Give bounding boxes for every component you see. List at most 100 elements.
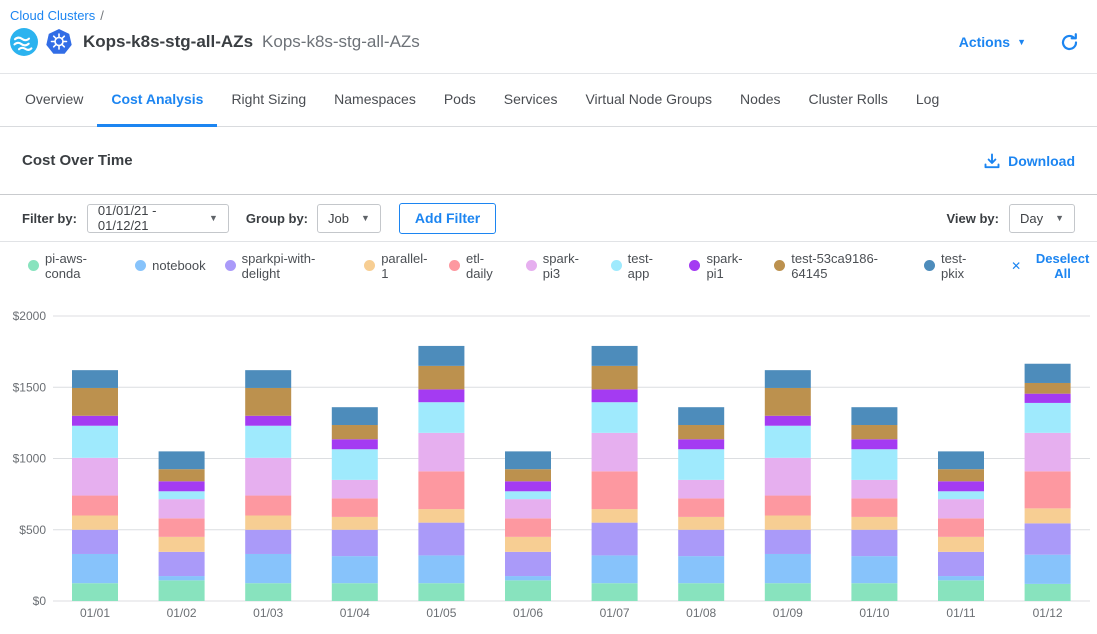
bar-segment-test-app-01/04[interactable] [332, 449, 378, 480]
legend-item-etl-daily[interactable]: etl-daily [449, 251, 507, 281]
bar-segment-test-app-01/05[interactable] [418, 402, 464, 433]
bar-segment-parallel-1-01/02[interactable] [159, 537, 205, 552]
bar-segment-test-53ca9186-64145-01/10[interactable] [851, 425, 897, 439]
bar-segment-notebook-01/12[interactable] [1025, 555, 1071, 584]
tab-right-sizing[interactable]: Right Sizing [217, 74, 320, 127]
bar-segment-etl-daily-01/12[interactable] [1025, 471, 1071, 508]
bar-segment-etl-daily-01/07[interactable] [592, 471, 638, 509]
bar-segment-etl-daily-01/04[interactable] [332, 498, 378, 517]
tab-overview[interactable]: Overview [11, 74, 97, 127]
tab-pods[interactable]: Pods [430, 74, 490, 127]
bar-segment-spark-pi3-01/08[interactable] [678, 480, 724, 499]
bar-segment-sparkpi-with-delight-01/09[interactable] [765, 530, 811, 554]
group-by-dropdown[interactable]: Job ▼ [317, 204, 381, 233]
bar-segment-parallel-1-01/11[interactable] [938, 537, 984, 552]
bar-segment-parallel-1-01/07[interactable] [592, 509, 638, 523]
bar-segment-test-pkix-01/09[interactable] [765, 370, 811, 388]
bar-segment-parallel-1-01/04[interactable] [332, 517, 378, 530]
bar-segment-pi-aws-conda-01/10[interactable] [851, 583, 897, 601]
bar-segment-sparkpi-with-delight-01/02[interactable] [159, 552, 205, 576]
bar-segment-test-pkix-01/08[interactable] [678, 407, 724, 425]
bar-segment-test-app-01/02[interactable] [159, 491, 205, 499]
bar-segment-notebook-01/05[interactable] [418, 555, 464, 583]
bar-segment-pi-aws-conda-01/11[interactable] [938, 580, 984, 601]
bar-segment-spark-pi1-01/09[interactable] [765, 416, 811, 426]
bar-segment-spark-pi3-01/12[interactable] [1025, 433, 1071, 471]
bar-segment-pi-aws-conda-01/07[interactable] [592, 583, 638, 601]
legend-item-test-pkix[interactable]: test-pkix [924, 251, 985, 281]
bar-segment-spark-pi1-01/07[interactable] [592, 389, 638, 402]
bar-segment-sparkpi-with-delight-01/03[interactable] [245, 530, 291, 554]
bar-segment-test-53ca9186-64145-01/02[interactable] [159, 469, 205, 481]
bar-segment-pi-aws-conda-01/12[interactable] [1025, 584, 1071, 601]
bar-segment-test-app-01/01[interactable] [72, 426, 118, 458]
bar-segment-test-53ca9186-64145-01/03[interactable] [245, 388, 291, 416]
bar-segment-test-pkix-01/05[interactable] [418, 346, 464, 366]
bar-segment-etl-daily-01/09[interactable] [765, 496, 811, 516]
bar-segment-test-53ca9186-64145-01/06[interactable] [505, 469, 551, 481]
bar-segment-sparkpi-with-delight-01/08[interactable] [678, 530, 724, 556]
bar-segment-test-app-01/08[interactable] [678, 449, 724, 480]
bar-segment-test-pkix-01/07[interactable] [592, 346, 638, 366]
bar-segment-test-pkix-01/10[interactable] [851, 407, 897, 425]
bar-segment-sparkpi-with-delight-01/01[interactable] [72, 530, 118, 554]
bar-segment-notebook-01/07[interactable] [592, 555, 638, 583]
bar-segment-spark-pi1-01/03[interactable] [245, 416, 291, 426]
bar-segment-test-pkix-01/04[interactable] [332, 407, 378, 425]
bar-segment-spark-pi1-01/01[interactable] [72, 416, 118, 426]
bar-segment-test-pkix-01/06[interactable] [505, 451, 551, 469]
bar-segment-test-53ca9186-64145-01/09[interactable] [765, 388, 811, 416]
bar-segment-spark-pi1-01/06[interactable] [505, 481, 551, 491]
bar-segment-parallel-1-01/06[interactable] [505, 537, 551, 552]
legend-item-notebook[interactable]: notebook [135, 258, 206, 273]
bar-segment-test-app-01/07[interactable] [592, 402, 638, 433]
bar-segment-pi-aws-conda-01/08[interactable] [678, 583, 724, 601]
bar-segment-spark-pi3-01/03[interactable] [245, 458, 291, 496]
legend-item-spark-pi1[interactable]: spark-pi1 [689, 251, 755, 281]
bar-segment-test-app-01/09[interactable] [765, 426, 811, 458]
legend-item-test-app[interactable]: test-app [611, 251, 671, 281]
bar-segment-spark-pi1-01/02[interactable] [159, 481, 205, 491]
bar-segment-notebook-01/08[interactable] [678, 556, 724, 583]
bar-segment-pi-aws-conda-01/02[interactable] [159, 580, 205, 601]
bar-segment-parallel-1-01/09[interactable] [765, 516, 811, 530]
bar-segment-spark-pi3-01/02[interactable] [159, 499, 205, 518]
bar-segment-parallel-1-01/05[interactable] [418, 509, 464, 523]
bar-segment-spark-pi3-01/11[interactable] [938, 499, 984, 518]
bar-segment-spark-pi3-01/07[interactable] [592, 433, 638, 471]
bar-segment-etl-daily-01/06[interactable] [505, 518, 551, 537]
bar-segment-test-53ca9186-64145-01/08[interactable] [678, 425, 724, 439]
breadcrumb-link-cloud-clusters[interactable]: Cloud Clusters [10, 8, 95, 23]
bar-segment-parallel-1-01/03[interactable] [245, 516, 291, 530]
bar-segment-notebook-01/11[interactable] [938, 576, 984, 580]
bar-segment-etl-daily-01/11[interactable] [938, 518, 984, 537]
tab-nodes[interactable]: Nodes [726, 74, 794, 127]
legend-item-test-53ca9186-64145[interactable]: test-53ca9186-64145 [774, 251, 905, 281]
bar-segment-spark-pi3-01/04[interactable] [332, 480, 378, 499]
bar-segment-sparkpi-with-delight-01/12[interactable] [1025, 523, 1071, 554]
bar-segment-parallel-1-01/12[interactable] [1025, 508, 1071, 523]
tab-namespaces[interactable]: Namespaces [320, 74, 430, 127]
actions-button[interactable]: Actions ▼ [959, 34, 1026, 50]
tab-services[interactable]: Services [490, 74, 572, 127]
bar-segment-test-53ca9186-64145-01/01[interactable] [72, 388, 118, 416]
bar-segment-etl-daily-01/02[interactable] [159, 518, 205, 537]
bar-segment-parallel-1-01/01[interactable] [72, 516, 118, 530]
tab-log[interactable]: Log [902, 74, 953, 127]
bar-segment-etl-daily-01/10[interactable] [851, 498, 897, 517]
bar-segment-test-pkix-01/03[interactable] [245, 370, 291, 388]
legend-item-spark-pi3[interactable]: spark-pi3 [526, 251, 592, 281]
bar-segment-spark-pi1-01/05[interactable] [418, 389, 464, 402]
bar-segment-test-53ca9186-64145-01/07[interactable] [592, 366, 638, 390]
bar-segment-spark-pi1-01/08[interactable] [678, 439, 724, 449]
legend-item-parallel-1[interactable]: parallel-1 [364, 251, 430, 281]
tab-cost-analysis[interactable]: Cost Analysis [97, 74, 217, 127]
bar-segment-test-app-01/12[interactable] [1025, 403, 1071, 433]
bar-segment-notebook-01/09[interactable] [765, 554, 811, 583]
bar-segment-test-pkix-01/01[interactable] [72, 370, 118, 388]
bar-segment-pi-aws-conda-01/09[interactable] [765, 583, 811, 601]
bar-segment-etl-daily-01/08[interactable] [678, 498, 724, 517]
bar-segment-etl-daily-01/05[interactable] [418, 471, 464, 509]
view-by-dropdown[interactable]: Day ▼ [1009, 204, 1075, 233]
tab-virtual-node-groups[interactable]: Virtual Node Groups [571, 74, 726, 127]
